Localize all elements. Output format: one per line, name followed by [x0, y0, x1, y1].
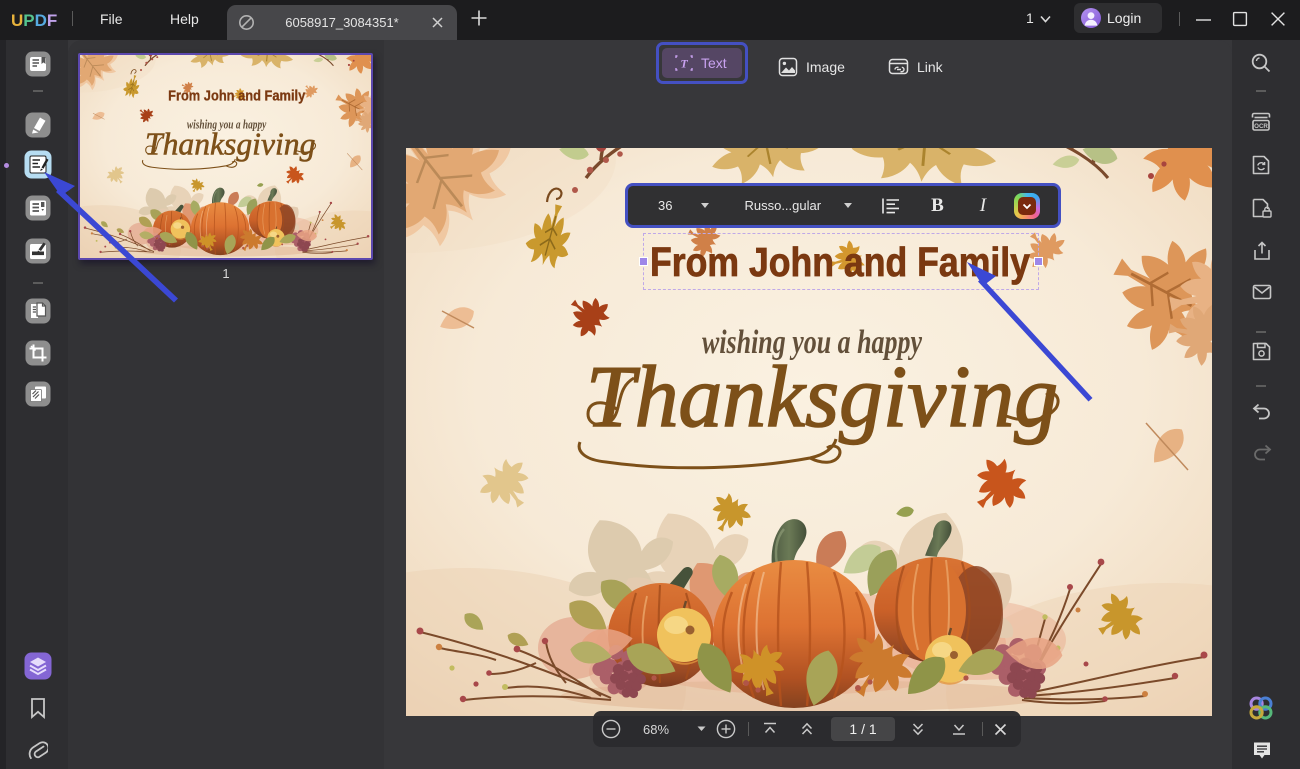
- svg-text:T: T: [680, 57, 688, 71]
- svg-text:OCR: OCR: [1254, 123, 1268, 130]
